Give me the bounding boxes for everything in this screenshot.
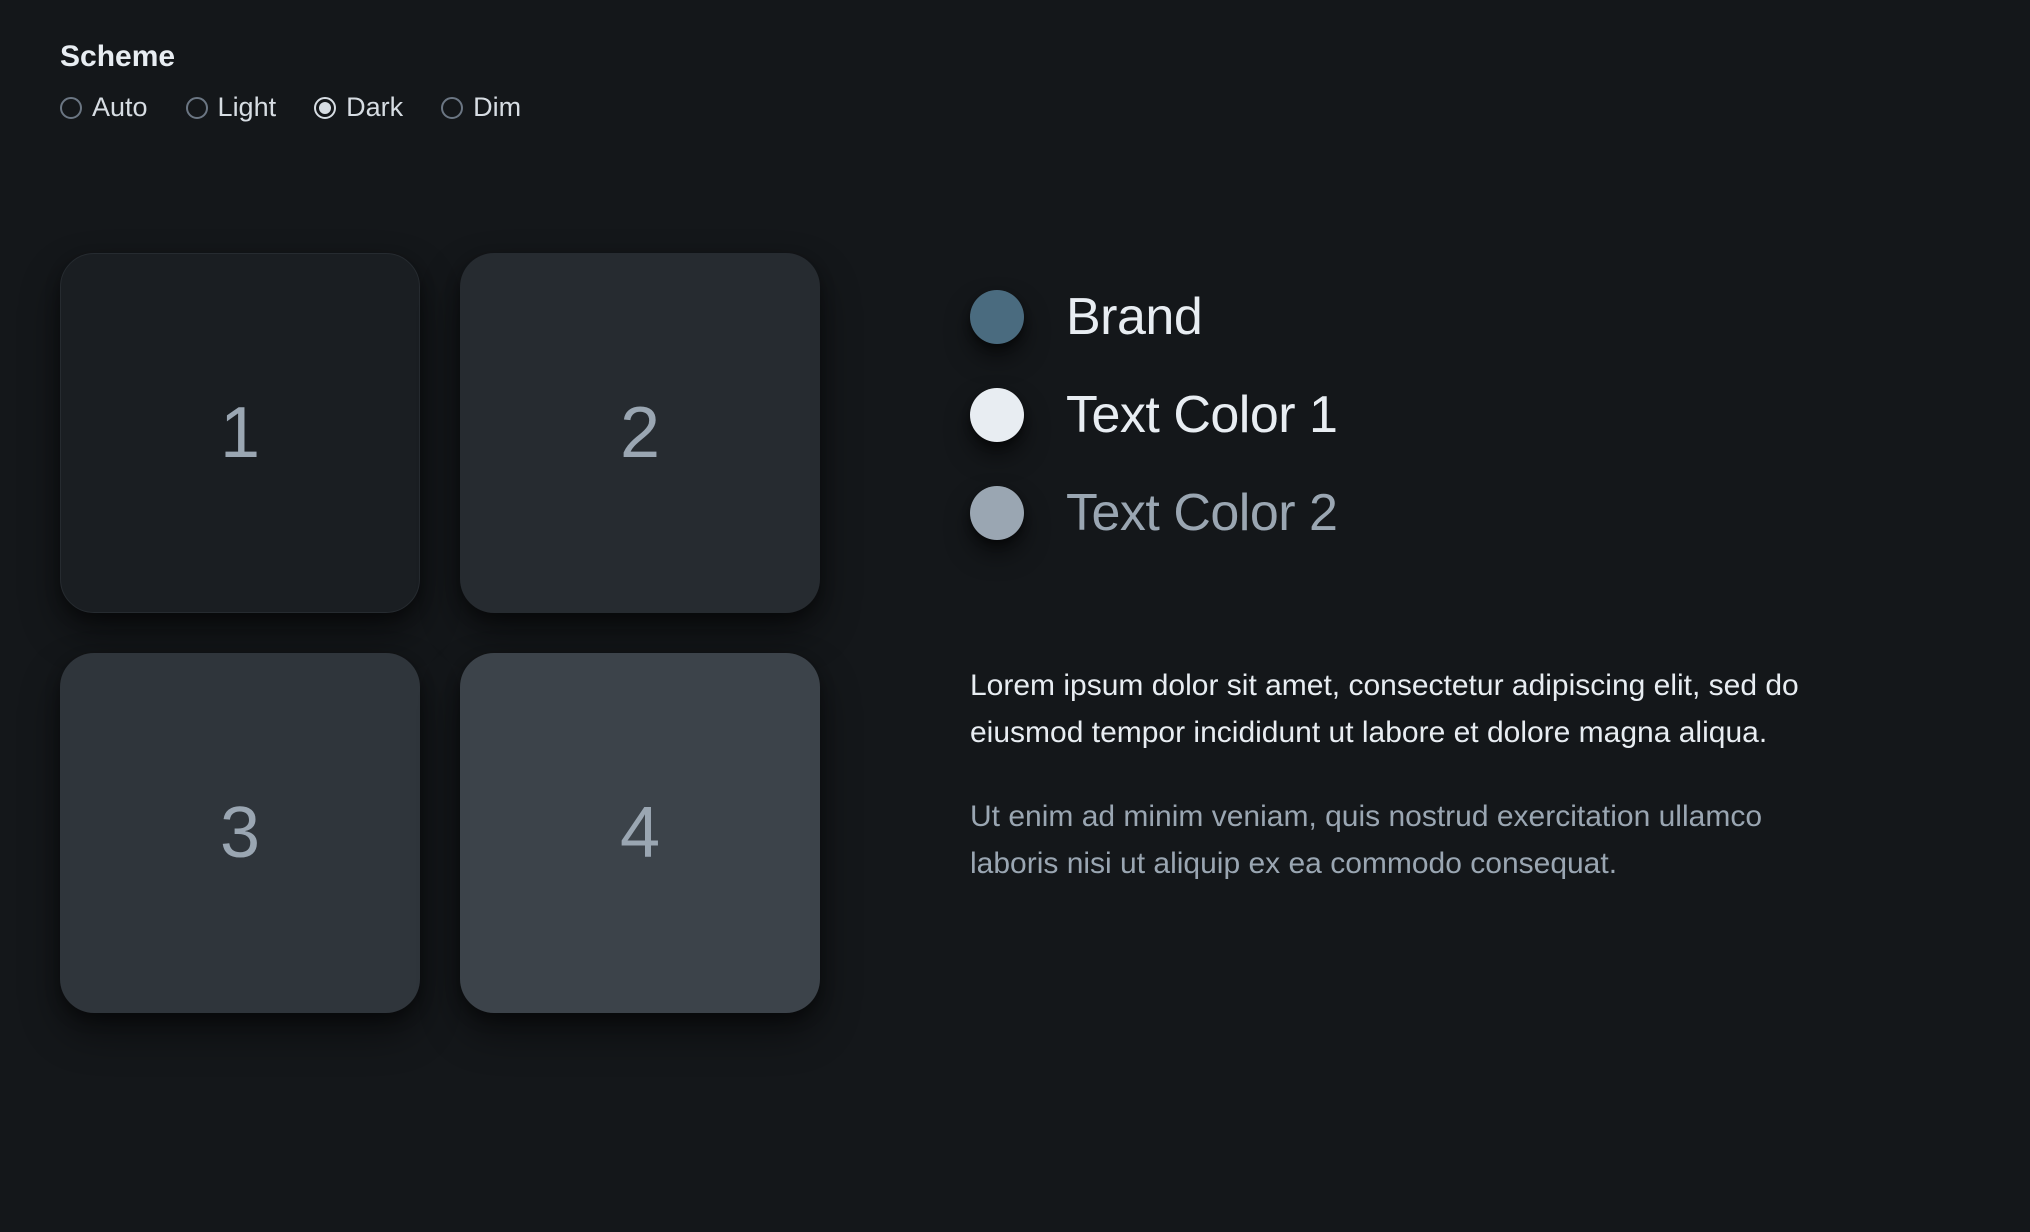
- surface-swatch-2: 2: [460, 253, 820, 613]
- scheme-options: Auto Light Dark Dim: [60, 92, 1970, 123]
- legend-item-text2: Text Color 2: [970, 483, 1850, 543]
- swatch-label: 4: [620, 792, 660, 874]
- scheme-title: Scheme: [60, 40, 1970, 74]
- scheme-option-label: Light: [218, 92, 277, 123]
- swatch-label: 3: [220, 792, 260, 874]
- radio-icon: [60, 97, 82, 119]
- swatch-grid: 1 2 3 4: [60, 253, 820, 1013]
- surface-swatch-1: 1: [60, 253, 420, 613]
- scheme-option-label: Dark: [346, 92, 403, 123]
- radio-icon: [441, 97, 463, 119]
- scheme-option-dark[interactable]: Dark: [314, 92, 403, 123]
- scheme-option-label: Auto: [92, 92, 148, 123]
- radio-icon: [186, 97, 208, 119]
- legend-label: Text Color 2: [1066, 483, 1337, 543]
- swatch-label: 2: [620, 392, 660, 474]
- scheme-option-light[interactable]: Light: [186, 92, 277, 123]
- scheme-option-dim[interactable]: Dim: [441, 92, 521, 123]
- info-panel: Brand Text Color 1 Text Color 2 Lorem ip…: [970, 253, 1850, 887]
- scheme-option-label: Dim: [473, 92, 521, 123]
- radio-icon: [314, 97, 336, 119]
- body-paragraph-primary: Lorem ipsum dolor sit amet, consectetur …: [970, 663, 1850, 756]
- legend-item-text1: Text Color 1: [970, 385, 1850, 445]
- legend-label: Brand: [1066, 287, 1202, 347]
- body-paragraph-secondary: Ut enim ad minim veniam, quis nostrud ex…: [970, 794, 1850, 887]
- color-dot-icon: [970, 486, 1024, 540]
- legend-item-brand: Brand: [970, 287, 1850, 347]
- scheme-section: Scheme Auto Light Dark Dim: [60, 40, 1970, 123]
- legend-label: Text Color 1: [1066, 385, 1337, 445]
- surface-swatch-4: 4: [460, 653, 820, 1013]
- body-text: Lorem ipsum dolor sit amet, consectetur …: [970, 663, 1850, 887]
- surface-swatch-3: 3: [60, 653, 420, 1013]
- color-dot-icon: [970, 388, 1024, 442]
- main-content: 1 2 3 4 Brand Text Color 1 Text Color 2: [60, 253, 1970, 1013]
- color-legend: Brand Text Color 1 Text Color 2: [970, 287, 1850, 543]
- color-dot-icon: [970, 290, 1024, 344]
- swatch-label: 1: [220, 392, 260, 474]
- scheme-option-auto[interactable]: Auto: [60, 92, 148, 123]
